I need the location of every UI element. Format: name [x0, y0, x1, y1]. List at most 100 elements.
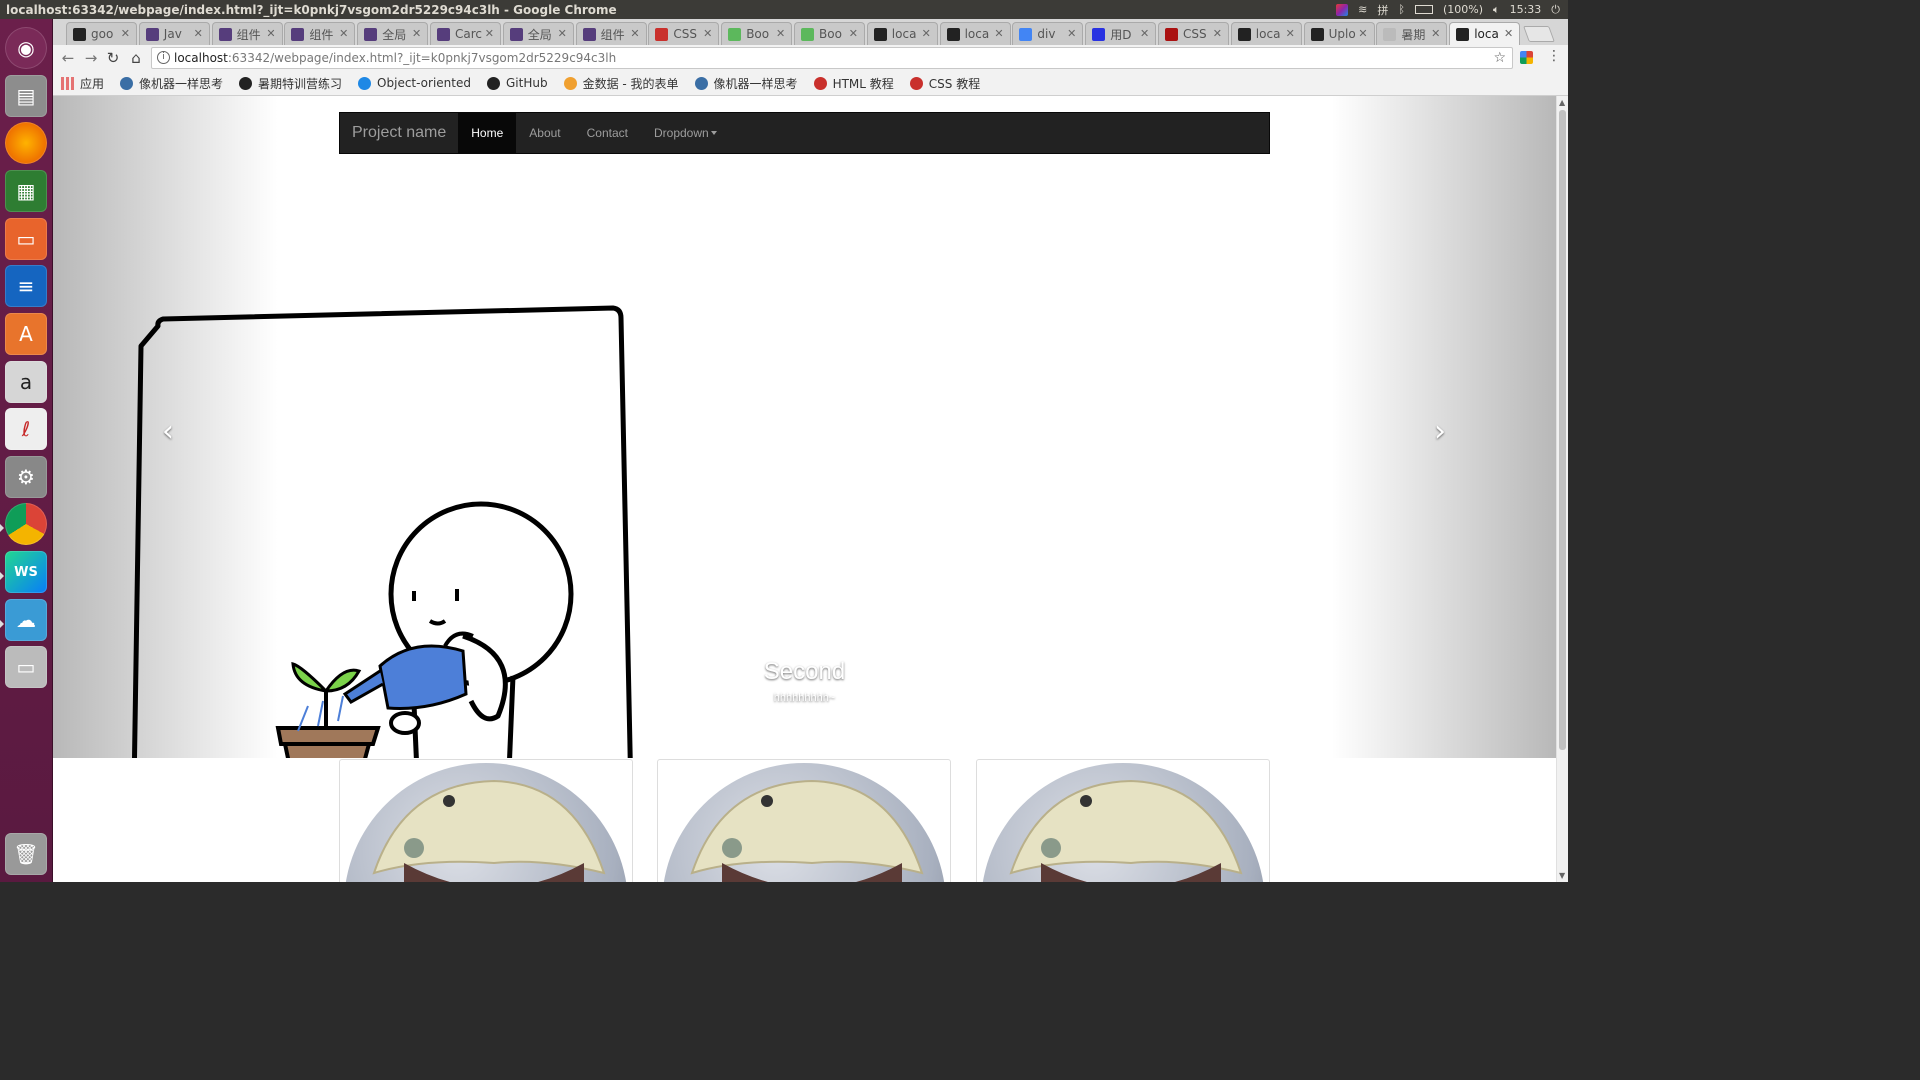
close-icon[interactable]: ✕ [1067, 27, 1076, 40]
writer-icon[interactable]: ≡ [5, 265, 47, 307]
tab[interactable]: loca ✕ [1449, 22, 1521, 45]
extension-icon[interactable] [1520, 51, 1533, 64]
tab-label: loca [964, 27, 990, 41]
nav-item-dropdown[interactable]: Dropdown [641, 113, 730, 153]
volume-icon[interactable]: 🔈︎ [1493, 3, 1500, 17]
close-icon[interactable]: ✕ [412, 27, 421, 40]
scrollbar[interactable]: ▲ ▼ [1556, 96, 1568, 882]
close-icon[interactable]: ✕ [1213, 27, 1222, 40]
calc-icon[interactable]: ▦ [5, 170, 47, 212]
close-icon[interactable]: ✕ [1140, 27, 1149, 40]
bookmark-item[interactable]: 应用 [61, 75, 104, 92]
tab[interactable]: 暑期 ✕ [1376, 22, 1448, 45]
tab[interactable]: loca ✕ [939, 22, 1011, 45]
pdf-reader-icon[interactable]: ℓ [5, 408, 47, 450]
tab[interactable]: Boo ✕ [794, 22, 865, 45]
power-icon[interactable]: ⏻ [1551, 3, 1560, 17]
close-icon[interactable]: ✕ [630, 27, 639, 40]
close-icon[interactable]: ✕ [121, 27, 130, 40]
navbar-brand[interactable]: Project name [340, 113, 458, 153]
tab[interactable]: 组件 ✕ [575, 22, 647, 45]
bookmark-item[interactable]: HTML 教程 [813, 75, 894, 92]
tab[interactable]: Jav ✕ [138, 22, 210, 45]
amazon-icon[interactable]: a [5, 361, 47, 403]
drive-icon[interactable]: ▭ [5, 646, 47, 688]
close-icon[interactable]: ✕ [1504, 27, 1513, 40]
bookmark-item[interactable]: 像机器一样思考 [120, 75, 223, 92]
carousel-next-icon[interactable]: › [1425, 412, 1455, 452]
tab[interactable]: loca ✕ [866, 22, 938, 45]
thumbnail-card[interactable] [657, 759, 951, 882]
impress-icon[interactable]: ▭ [5, 218, 47, 260]
tab[interactable]: Carc ✕ [430, 22, 501, 45]
close-icon[interactable]: ✕ [1358, 27, 1367, 40]
close-icon[interactable]: ✕ [1286, 27, 1295, 40]
close-icon[interactable]: ✕ [1431, 27, 1440, 40]
address-bar[interactable]: i localhost:63342/webpage/index.html?_ij… [151, 47, 1513, 69]
close-icon[interactable]: ✕ [849, 27, 858, 40]
tab[interactable]: 全局 ✕ [502, 22, 574, 45]
close-icon[interactable]: ✕ [485, 27, 494, 40]
chrome-icon[interactable] [5, 503, 47, 545]
bookmark-item[interactable]: 金数据 - 我的表单 [563, 75, 679, 92]
wifi-icon[interactable]: ≋ [1358, 3, 1367, 16]
thumbnail-card[interactable] [976, 759, 1270, 882]
tab[interactable]: goo ✕ [66, 22, 137, 45]
webstorm-icon [1237, 27, 1251, 41]
bluetooth-icon[interactable]: ᛒ [1398, 3, 1405, 16]
cube-icon[interactable] [1336, 3, 1349, 16]
forward-icon[interactable]: → [81, 48, 101, 68]
tab[interactable]: 组件 ✕ [211, 22, 283, 45]
tab[interactable]: div ✕ [1012, 22, 1084, 45]
tab-label: loca [1255, 27, 1281, 41]
carousel-prev-icon[interactable]: ‹ [153, 412, 183, 452]
trash-icon[interactable]: 🗑︎ [5, 833, 47, 875]
close-icon[interactable]: ✕ [339, 27, 348, 40]
bookmark-label: 暑期特训营练习 [258, 76, 343, 91]
bookmark-item[interactable]: CSS 教程 [909, 75, 980, 92]
tab[interactable]: 用D ✕ [1085, 22, 1157, 45]
files-icon[interactable]: ▤ [5, 75, 47, 117]
tab[interactable]: 全局 ✕ [357, 22, 429, 45]
scroll-down-icon[interactable]: ▼ [1559, 871, 1565, 880]
tab[interactable]: Boo ✕ [721, 22, 793, 45]
thumbnail-card[interactable] [339, 759, 633, 882]
software-center-icon[interactable]: A [5, 313, 47, 355]
close-icon[interactable]: ✕ [776, 27, 785, 40]
wechat-icon[interactable]: ☁ [5, 599, 47, 641]
close-icon[interactable]: ✕ [194, 27, 203, 40]
close-icon[interactable]: ✕ [703, 27, 712, 40]
input-method-indicator[interactable]: 拼 [1377, 2, 1388, 18]
battery-icon[interactable] [1414, 5, 1433, 14]
tab[interactable]: 组件 ✕ [284, 22, 356, 45]
scroll-up-icon[interactable]: ▲ [1559, 98, 1565, 107]
tab[interactable]: CSS ✕ [1158, 22, 1229, 45]
nav-item-contact[interactable]: Contact [574, 113, 641, 153]
close-icon[interactable]: ✕ [266, 27, 275, 40]
home-icon[interactable]: ⌂ [126, 48, 146, 68]
scrollbar-thumb[interactable] [1559, 110, 1566, 750]
reload-icon[interactable]: ↻ [103, 48, 123, 68]
webstorm-icon[interactable]: WS [5, 551, 47, 593]
settings-icon[interactable]: ⚙ [5, 456, 47, 498]
tab[interactable]: loca ✕ [1230, 22, 1302, 45]
dash-icon[interactable]: ◉ [5, 27, 47, 69]
info-icon[interactable]: i [157, 51, 170, 64]
clock[interactable]: 15:33 [1510, 3, 1542, 16]
bookmark-item[interactable]: 像机器一样思考 [694, 75, 798, 92]
bookmark-item[interactable]: GitHub [486, 76, 548, 90]
nav-item-home[interactable]: Home [458, 113, 517, 153]
bookmark-item[interactable]: Object-oriented [358, 76, 471, 90]
tab[interactable]: Uplo ✕ [1303, 22, 1375, 45]
close-icon[interactable]: ✕ [558, 27, 567, 40]
new-tab-button[interactable] [1523, 26, 1555, 42]
menu-icon[interactable]: ⋮ [1547, 48, 1561, 64]
firefox-icon[interactable] [5, 122, 47, 164]
star-icon[interactable]: ☆ [1493, 48, 1506, 68]
close-icon[interactable]: ✕ [994, 27, 1003, 40]
back-icon[interactable]: ← [58, 48, 78, 68]
close-icon[interactable]: ✕ [922, 27, 931, 40]
bookmark-item[interactable]: 暑期特训营练习 [239, 75, 342, 92]
tab[interactable]: CSS ✕ [648, 22, 720, 45]
nav-item-about[interactable]: About [516, 113, 573, 153]
